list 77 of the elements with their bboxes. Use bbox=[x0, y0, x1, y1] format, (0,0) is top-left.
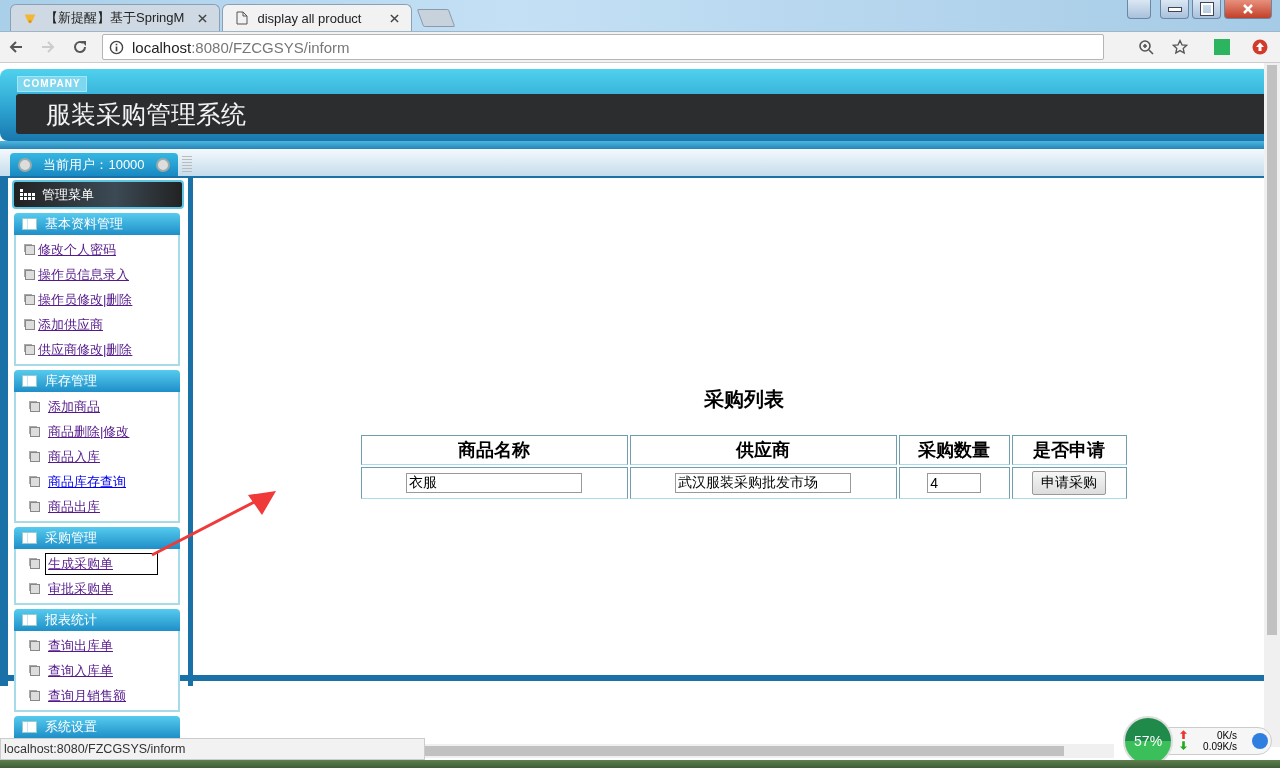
close-icon[interactable] bbox=[198, 13, 208, 23]
tab-title: display all product bbox=[257, 10, 363, 26]
menu-link[interactable]: 商品删除|修改 bbox=[46, 421, 132, 442]
reload-icon[interactable] bbox=[72, 39, 88, 55]
menu-link[interactable]: 操作员修改|删除 bbox=[36, 289, 135, 310]
menu-link[interactable]: 查询入库单 bbox=[46, 660, 115, 681]
column-header: 商品名称 bbox=[360, 435, 628, 465]
quantity-field[interactable]: 4 bbox=[927, 473, 982, 493]
panel-icon bbox=[22, 614, 37, 626]
menu-link[interactable]: 审批采购单 bbox=[46, 578, 115, 599]
menu-link[interactable]: 修改个人密码 bbox=[36, 239, 118, 260]
menu-link[interactable]: 操作员信息录入 bbox=[36, 264, 131, 285]
menu-link[interactable]: 供应商修改|删除 bbox=[36, 339, 135, 360]
apply-button[interactable]: 申请采购 bbox=[1032, 471, 1107, 495]
square-icon bbox=[30, 640, 40, 651]
upload-rate: 0K/s bbox=[1217, 730, 1237, 741]
vertical-scrollbar[interactable] bbox=[1264, 63, 1280, 747]
status-url: localhost:8080/FZCGSYS/inform bbox=[0, 738, 425, 760]
supplier-field[interactable]: 武汉服装采购批发市场 bbox=[675, 473, 851, 493]
square-icon bbox=[25, 319, 35, 330]
square-icon bbox=[25, 294, 35, 305]
menu-link[interactable]: 生成采购单 bbox=[46, 553, 157, 574]
square-icon bbox=[30, 501, 40, 512]
company-logo: COMPANY bbox=[17, 76, 87, 92]
upload-icon[interactable] bbox=[1252, 39, 1268, 55]
close-icon bbox=[1242, 3, 1254, 15]
panel-icon bbox=[22, 375, 37, 387]
column-header: 采购数量 bbox=[898, 435, 1011, 465]
download-arrow-icon bbox=[1180, 741, 1188, 750]
square-icon bbox=[30, 426, 40, 437]
square-icon bbox=[30, 476, 40, 487]
close-icon[interactable] bbox=[390, 13, 400, 23]
column-header: 供应商 bbox=[629, 435, 897, 465]
square-icon bbox=[25, 344, 35, 355]
minimize-button[interactable] bbox=[1160, 0, 1189, 19]
horizontal-scrollbar[interactable] bbox=[424, 744, 1114, 758]
square-icon bbox=[30, 583, 40, 594]
square-icon bbox=[30, 401, 40, 412]
menu-link[interactable]: 商品出库 bbox=[46, 496, 102, 517]
grid-icon bbox=[20, 188, 36, 201]
restore-button[interactable] bbox=[1192, 0, 1221, 19]
ring-icon bbox=[18, 157, 32, 172]
list-title: 采购列表 bbox=[703, 387, 784, 412]
ring-icon bbox=[156, 157, 170, 172]
zoom-icon[interactable] bbox=[1138, 39, 1154, 55]
square-icon bbox=[30, 558, 40, 569]
percent-text: 57% bbox=[1134, 733, 1163, 749]
download-rate: 0.09K/s bbox=[1203, 741, 1237, 752]
square-icon bbox=[30, 665, 40, 676]
back-icon[interactable] bbox=[8, 39, 24, 55]
browser-tab[interactable]: display all product bbox=[222, 4, 413, 31]
menu-link[interactable]: 商品库存查询 bbox=[46, 471, 128, 492]
menu-link[interactable]: 查询出库单 bbox=[46, 635, 115, 656]
tab-title: 【新提醒】基于SpringM bbox=[45, 9, 185, 27]
system-title: 服装采购管理系统 bbox=[46, 98, 246, 130]
column-header: 是否申请 bbox=[1012, 435, 1127, 465]
menu-link[interactable]: 添加商品 bbox=[46, 396, 102, 417]
percent-ball[interactable]: 57% bbox=[1123, 716, 1174, 760]
menu-link[interactable]: 商品入库 bbox=[46, 446, 102, 467]
square-icon bbox=[30, 690, 40, 701]
star-icon[interactable] bbox=[1172, 39, 1188, 55]
panel-icon bbox=[22, 218, 37, 230]
menu-link[interactable]: 添加供应商 bbox=[36, 314, 105, 335]
panel-icon bbox=[22, 532, 37, 544]
square-icon bbox=[30, 451, 40, 462]
square-icon bbox=[25, 244, 35, 255]
menu-link[interactable]: 查询月销售额 bbox=[46, 685, 128, 706]
upload-arrow-icon bbox=[1180, 730, 1188, 739]
current-user-label: 当前用户：10000 bbox=[43, 155, 145, 174]
address-bar[interactable]: localhost:8080/FZCGSYS/inform bbox=[102, 34, 1104, 60]
browser-tab[interactable]: 【新提醒】基于SpringM bbox=[10, 4, 221, 31]
square-icon bbox=[25, 269, 35, 280]
product-name-field[interactable]: 衣服 bbox=[406, 473, 582, 493]
panel-icon bbox=[22, 721, 37, 733]
close-window-button[interactable] bbox=[1224, 0, 1272, 19]
document-icon bbox=[235, 11, 250, 25]
menu-title: 管理菜单 bbox=[42, 185, 94, 204]
